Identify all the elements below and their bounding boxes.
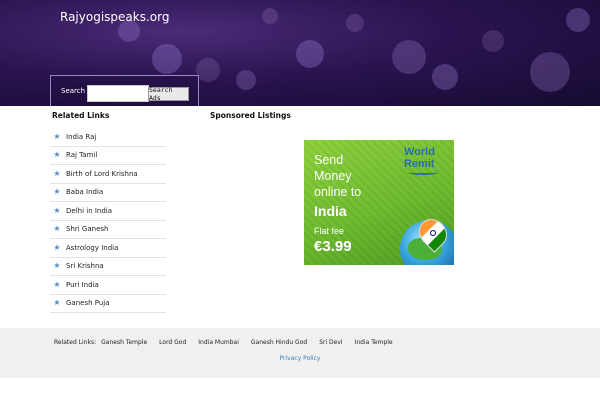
star-icon: ★ [53,261,61,271]
bokeh-decoration [196,58,220,82]
related-link-label[interactable]: Raj Tamil [66,151,97,159]
search-ads-button[interactable]: Search Ads [148,86,189,102]
star-icon: ★ [53,242,61,252]
related-link-label[interactable]: Sri Krishna [66,262,104,270]
star-icon: ★ [53,205,61,215]
related-link-label[interactable]: Astrology India [66,244,118,252]
list-item[interactable]: ★ Puri India [50,276,166,295]
related-link-label[interactable]: Ganesh Puja [66,299,110,307]
bokeh-decoration [482,30,504,52]
bokeh-decoration [432,64,458,90]
related-links-heading: Related Links [52,111,110,120]
footer-link[interactable]: Sri Devi [319,339,342,346]
footer-related-links: Related Links: Ganesh Temple Lord God In… [54,339,405,346]
list-item[interactable]: ★ Ganesh Puja [50,295,166,313]
bokeh-decoration [296,40,324,68]
list-item[interactable]: ★ Delhi in India [50,202,166,221]
related-link-label[interactable]: Birth of Lord Krishna [66,170,138,178]
sponsored-listings-heading: Sponsored Listings [210,111,291,120]
star-icon: ★ [53,279,61,289]
bokeh-decoration [346,14,364,32]
site-title[interactable]: Rajyogispeaks.org [60,10,169,24]
ad-text-country: India [314,203,347,219]
list-item[interactable]: ★ Baba India [50,184,166,202]
site-header: Rajyogispeaks.org Search Search Ads [0,0,600,106]
footer-links-label: Related Links: [54,339,97,346]
search-form: Search Search Ads [50,75,199,106]
list-item[interactable]: ★ Raj Tamil [50,147,166,165]
worldremit-logo-word-remit: Remit [404,158,435,170]
related-link-label[interactable]: India Raj [66,133,96,141]
ad-fee-label: Flat fee [314,226,345,236]
related-link-label[interactable]: Baba India [66,188,103,196]
footer-link[interactable]: India Mumbai [198,339,239,346]
list-item[interactable]: ★ India Raj [50,128,166,147]
list-item[interactable]: ★ Astrology India [50,239,166,258]
bokeh-decoration [530,52,570,92]
search-label: Search [61,87,86,95]
related-links-list: ★ India Raj ★ Raj Tamil ★ Birth of Lord Kri… [50,128,166,313]
list-item[interactable]: ★ Shri Ganesh [50,221,166,239]
footer-link[interactable]: India Temple [355,339,393,346]
footer-link[interactable]: Ganesh Temple [101,339,147,346]
search-input[interactable] [87,85,149,102]
star-icon: ★ [53,150,61,160]
bokeh-decoration [236,70,256,90]
privacy-policy-link[interactable]: Privacy Policy [0,355,600,362]
star-icon: ★ [53,298,61,308]
related-link-label[interactable]: Puri India [66,281,99,289]
ad-fee-amount: €3.99 [314,238,352,255]
bokeh-decoration [566,8,590,32]
bokeh-decoration [392,40,426,74]
related-link-label[interactable]: Delhi in India [66,207,112,215]
star-icon: ★ [53,187,61,197]
site-footer: Related Links: Ganesh Temple Lord God In… [0,328,600,378]
list-item[interactable]: ★ Sri Krishna [50,258,166,276]
worldremit-logo-word-world: World [404,146,435,158]
list-item[interactable]: ★ Birth of Lord Krishna [50,165,166,184]
footer-link[interactable]: Lord God [159,339,186,346]
star-icon: ★ [53,131,61,141]
ad-text-money: Money [314,169,352,183]
star-icon: ★ [53,224,61,234]
worldremit-swoosh-icon [408,170,438,175]
worldremit-ad-banner[interactable]: Send Money online to India Flat fee €3.9… [304,140,454,265]
footer-link[interactable]: Ganesh Hindu God [251,339,307,346]
related-link-label[interactable]: Shri Ganesh [66,225,108,233]
bokeh-decoration [152,44,182,74]
bokeh-decoration [262,8,278,24]
ad-text-online-to: online to [314,185,362,199]
star-icon: ★ [53,168,61,178]
ad-text-send: Send [314,153,344,167]
